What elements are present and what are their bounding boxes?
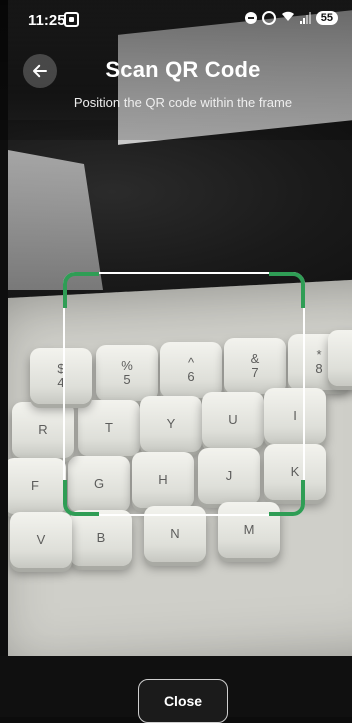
status-bar: 11:25 55: [0, 0, 352, 40]
scan-corner-top-left: [63, 272, 99, 308]
scan-frame: [63, 272, 305, 516]
key-b: B: [70, 510, 132, 566]
screenshot-icon: [64, 12, 79, 27]
scan-corner-bottom-right: [269, 480, 305, 516]
dnd-icon: [244, 11, 257, 24]
wifi-icon: [281, 10, 295, 25]
close-button[interactable]: Close: [138, 679, 228, 723]
key-9: ( 9: [328, 330, 352, 386]
page-subtitle: Position the QR code within the frame: [73, 95, 293, 110]
status-icons: 55: [244, 10, 338, 25]
signal-icon: [299, 11, 311, 24]
status-time: 11:25: [28, 12, 66, 29]
hotspot-icon: [261, 10, 276, 25]
scan-corner-bottom-left: [63, 480, 99, 516]
key-v: V: [10, 512, 72, 568]
key-f: F: [8, 458, 66, 514]
battery-icon: 55: [315, 10, 338, 25]
page-title: Scan QR Code: [105, 57, 261, 82]
scan-corner-top-right: [269, 272, 305, 308]
